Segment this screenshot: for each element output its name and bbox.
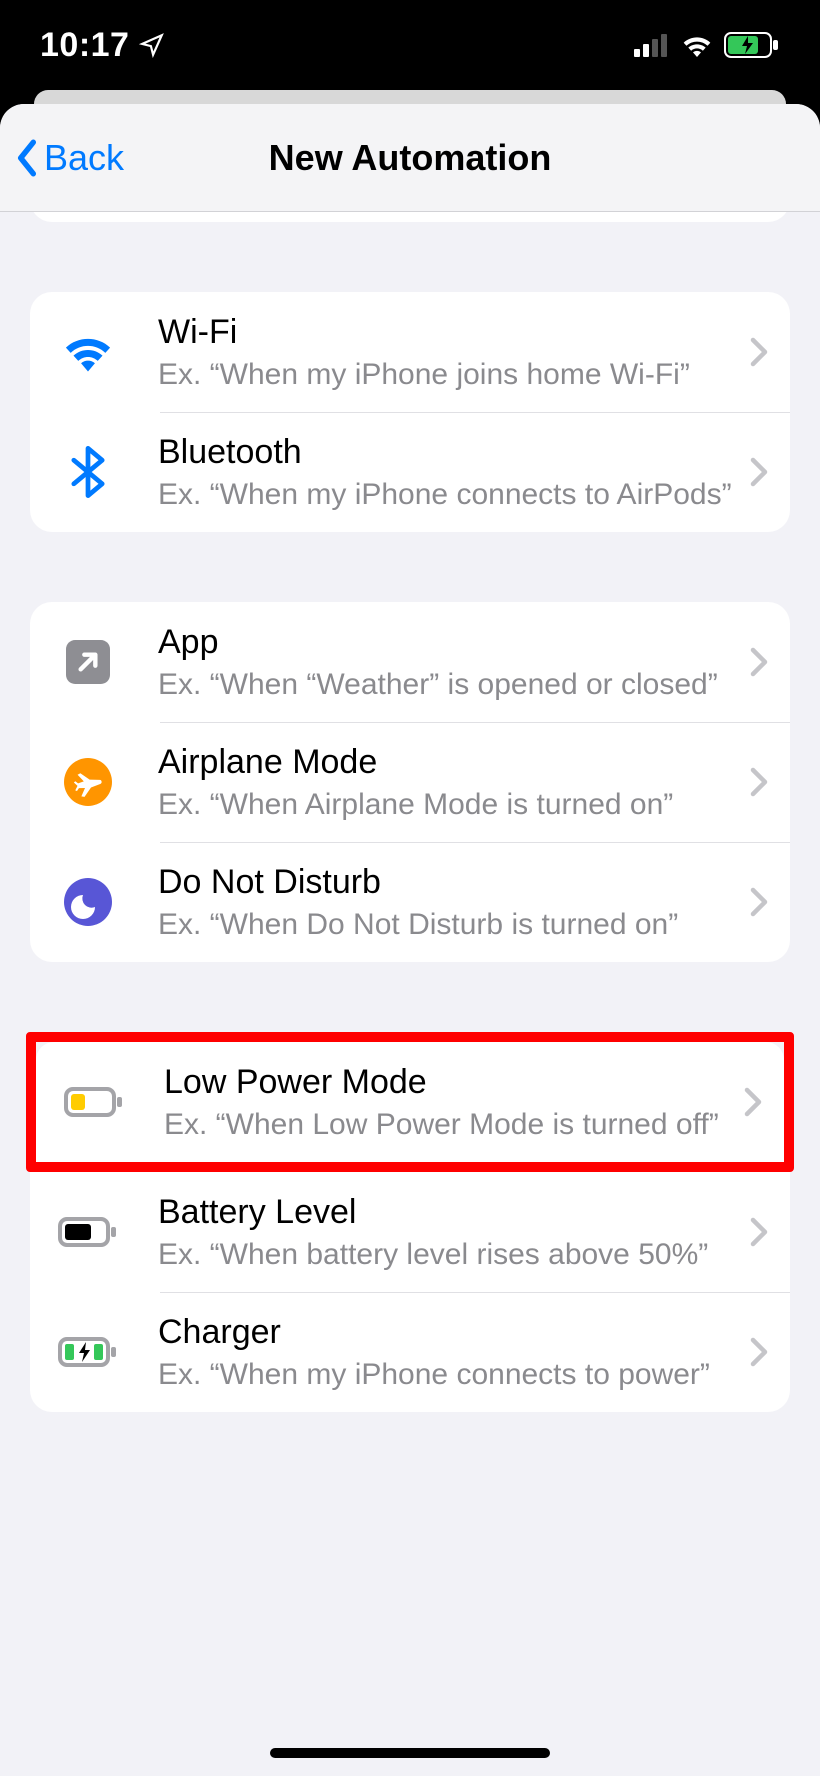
row-title: Airplane Mode	[158, 743, 736, 782]
charger-icon	[58, 1322, 118, 1382]
row-text: Low Power Mode Ex. “When Low Power Mode …	[164, 1063, 730, 1142]
chevron-right-icon	[750, 767, 768, 797]
row-title: Bluetooth	[158, 433, 736, 472]
row-title: Battery Level	[158, 1193, 736, 1232]
chevron-right-icon	[750, 1337, 768, 1367]
trigger-group: App Ex. “When “Weather” is opened or clo…	[30, 602, 790, 962]
row-wifi[interactable]: Wi-Fi Ex. “When my iPhone joins home Wi-…	[30, 292, 790, 412]
chevron-right-icon	[750, 1217, 768, 1247]
trigger-group: Message Ex. “When I get a message from M…	[30, 212, 790, 222]
row-charger[interactable]: Charger Ex. “When my iPhone connects to …	[30, 1292, 790, 1412]
row-sub: Ex. “When my iPhone connects to power”	[158, 1358, 736, 1392]
row-text: Do Not Disturb Ex. “When Do Not Disturb …	[158, 863, 736, 942]
status-bar: 10:17	[0, 0, 820, 90]
sheet-backdrop	[34, 90, 786, 104]
row-sub: Ex. “When Low Power Mode is turned off”	[164, 1108, 730, 1142]
trigger-group: Low Power Mode Ex. “When Low Power Mode …	[36, 1042, 784, 1162]
status-left: 10:17	[40, 26, 165, 65]
chevron-right-icon	[750, 337, 768, 367]
row-text: Charger Ex. “When my iPhone connects to …	[158, 1313, 736, 1392]
row-bluetooth[interactable]: Bluetooth Ex. “When my iPhone connects t…	[30, 412, 790, 532]
back-label: Back	[44, 137, 124, 179]
row-title: Charger	[158, 1313, 736, 1352]
row-sub: Ex. “When Do Not Disturb is turned on”	[158, 908, 736, 942]
wifi-icon	[58, 322, 118, 382]
battery-icon	[724, 32, 780, 58]
chevron-left-icon	[16, 138, 38, 178]
row-text: Battery Level Ex. “When battery level ri…	[158, 1193, 736, 1272]
nav-header: Back New Automation	[0, 104, 820, 212]
chevron-right-icon	[750, 887, 768, 917]
chevron-right-icon	[750, 647, 768, 677]
battery-level-icon	[58, 1202, 118, 1262]
row-sub: Ex. “When Airplane Mode is turned on”	[158, 788, 736, 822]
scroll-area[interactable]: Message Ex. “When I get a message from M…	[0, 212, 820, 1776]
row-airplane[interactable]: Airplane Mode Ex. “When Airplane Mode is…	[30, 722, 790, 842]
home-indicator[interactable]	[270, 1748, 550, 1758]
row-low-power-mode[interactable]: Low Power Mode Ex. “When Low Power Mode …	[36, 1042, 784, 1162]
row-text: Airplane Mode Ex. “When Airplane Mode is…	[158, 743, 736, 822]
status-right	[634, 32, 780, 58]
back-button[interactable]: Back	[16, 137, 124, 179]
row-title: App	[158, 623, 736, 662]
wifi-status-icon	[680, 33, 714, 57]
row-text: App Ex. “When “Weather” is opened or clo…	[158, 623, 736, 702]
app-icon	[58, 632, 118, 692]
row-app[interactable]: App Ex. “When “Weather” is opened or clo…	[30, 602, 790, 722]
cellular-icon	[634, 33, 670, 57]
airplane-icon	[58, 752, 118, 812]
row-title: Wi-Fi	[158, 313, 736, 352]
chevron-right-icon	[744, 1087, 762, 1117]
row-message[interactable]: Message Ex. “When I get a message from M…	[30, 212, 790, 222]
row-sub: Ex. “When “Weather” is opened or closed”	[158, 668, 736, 702]
row-battery-level[interactable]: Battery Level Ex. “When battery level ri…	[30, 1172, 790, 1292]
chevron-right-icon	[750, 457, 768, 487]
row-title: Do Not Disturb	[158, 863, 736, 902]
trigger-group: Battery Level Ex. “When battery level ri…	[30, 1172, 790, 1412]
modal-sheet: Back New Automation Message Ex. “When I …	[0, 104, 820, 1776]
location-icon	[139, 32, 165, 58]
trigger-group: Wi-Fi Ex. “When my iPhone joins home Wi-…	[30, 292, 790, 532]
row-text: Bluetooth Ex. “When my iPhone connects t…	[158, 433, 736, 512]
bluetooth-icon	[58, 442, 118, 502]
moon-icon	[58, 872, 118, 932]
low-power-icon	[64, 1072, 124, 1132]
row-title: Low Power Mode	[164, 1063, 730, 1102]
row-sub: Ex. “When my iPhone connects to AirPods”	[158, 478, 736, 512]
row-sub: Ex. “When my iPhone joins home Wi-Fi”	[158, 358, 736, 392]
status-time: 10:17	[40, 26, 129, 65]
row-sub: Ex. “When battery level rises above 50%”	[158, 1238, 736, 1272]
row-text: Wi-Fi Ex. “When my iPhone joins home Wi-…	[158, 313, 736, 392]
row-dnd[interactable]: Do Not Disturb Ex. “When Do Not Disturb …	[30, 842, 790, 962]
highlight-box: Low Power Mode Ex. “When Low Power Mode …	[26, 1032, 794, 1172]
